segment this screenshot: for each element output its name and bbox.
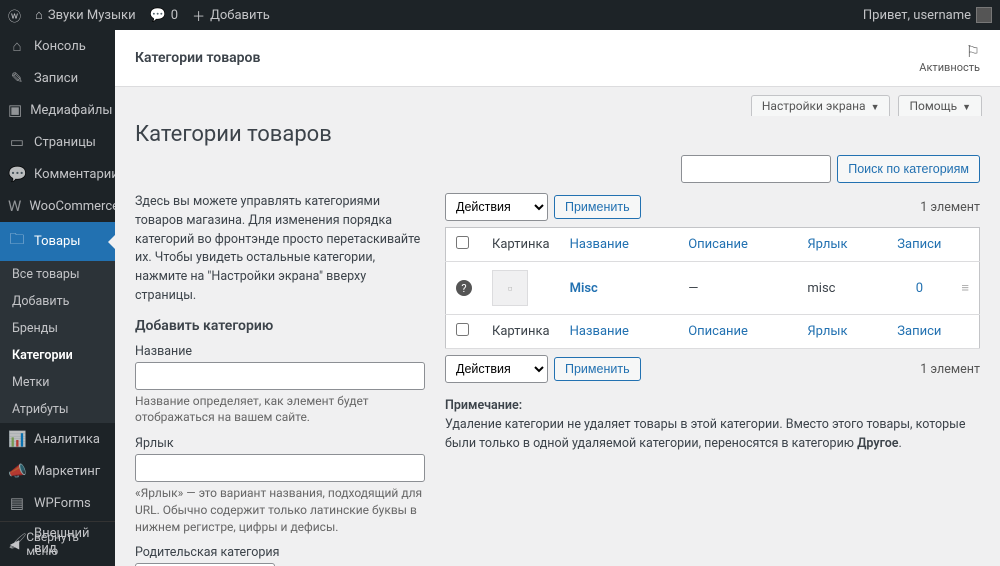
menu-icon: 📣 bbox=[8, 462, 26, 480]
submenu-item[interactable]: Все товары bbox=[0, 261, 115, 288]
col-name[interactable]: Название bbox=[560, 228, 679, 262]
flag-icon: ⚐ bbox=[919, 42, 980, 61]
bulk-action-select-bottom[interactable]: Действия bbox=[445, 355, 548, 383]
name-label: Название bbox=[135, 344, 425, 359]
slug-desc: «Ярлык» — это вариант названия, подходящ… bbox=[135, 485, 425, 535]
submenu-item[interactable]: Метки bbox=[0, 369, 115, 396]
apply-button-top[interactable]: Применить bbox=[554, 195, 641, 219]
row-slug: misc bbox=[797, 262, 887, 315]
menu-icon: ▭ bbox=[8, 133, 26, 151]
item-count-top: 1 элемент bbox=[920, 200, 980, 215]
page-title: Категории товаров bbox=[135, 122, 980, 147]
row-posts-link[interactable]: 0 bbox=[916, 281, 923, 296]
help-icon[interactable]: ? bbox=[456, 280, 472, 296]
bulk-action-select-top[interactable]: Действия bbox=[445, 193, 548, 221]
site-name[interactable]: ⌂ Звуки Музыки bbox=[35, 7, 136, 23]
sidebar-item-5[interactable]: WWooCommerce bbox=[0, 190, 115, 222]
parent-label: Родительская категория bbox=[135, 545, 425, 560]
col-slug[interactable]: Ярлык bbox=[797, 228, 887, 262]
sidebar-item-6[interactable]: 🗀Товары bbox=[0, 222, 115, 261]
comments-count[interactable]: 💬 0 bbox=[150, 8, 179, 23]
add-category-heading: Добавить категорию bbox=[135, 318, 425, 334]
sidebar-item-4[interactable]: 💬Комментарии bbox=[0, 158, 115, 190]
thumbnail-placeholder: ▫ bbox=[492, 270, 528, 306]
add-new[interactable]: ＋ Добавить bbox=[192, 6, 270, 25]
search-input[interactable] bbox=[681, 155, 831, 183]
col-posts[interactable]: Записи bbox=[887, 228, 951, 262]
col-thumb: Картинка bbox=[482, 228, 560, 262]
select-all-top[interactable] bbox=[456, 236, 469, 249]
menu-icon: ⌂ bbox=[8, 37, 26, 55]
submenu-item[interactable]: Категории bbox=[0, 342, 115, 369]
collapse-menu[interactable]: ◀ Свернуть меню bbox=[0, 521, 115, 566]
sidebar-item-1[interactable]: ✎Записи bbox=[0, 62, 115, 94]
menu-icon: ▤ bbox=[8, 494, 26, 512]
sidebar-item-9[interactable]: ▤WPForms bbox=[0, 487, 115, 519]
sidebar-item-7[interactable]: 📊Аналитика bbox=[0, 423, 115, 455]
table-row: ? ▫ Misc —misc 0 ≡ bbox=[446, 262, 980, 315]
menu-icon: ▣ bbox=[8, 101, 22, 119]
menu-icon: 🗀 bbox=[8, 229, 26, 254]
intro-text: Здесь вы можете управлять категориями то… bbox=[135, 193, 425, 306]
sidebar-item-2[interactable]: ▣Медиафайлы bbox=[0, 94, 115, 126]
drag-handle-icon[interactable]: ≡ bbox=[951, 262, 979, 315]
menu-icon: 💬 bbox=[8, 165, 26, 183]
menu-icon: W bbox=[8, 197, 21, 215]
name-input[interactable] bbox=[135, 362, 425, 390]
menu-icon: ✎ bbox=[8, 69, 26, 87]
apply-button-bottom[interactable]: Применить bbox=[554, 357, 641, 381]
search-button[interactable]: Поиск по категориям bbox=[837, 155, 980, 183]
slug-label: Ярлык bbox=[135, 436, 425, 451]
wp-logo[interactable]: ⓦ bbox=[8, 6, 21, 25]
help-tab[interactable]: Помощь ▼ bbox=[898, 95, 982, 116]
submenu-item[interactable]: Атрибуты bbox=[0, 396, 115, 423]
avatar bbox=[976, 7, 992, 23]
note: Примечание: Удаление категории не удаляе… bbox=[445, 397, 980, 453]
row-desc: — bbox=[678, 262, 797, 315]
col-desc[interactable]: Описание bbox=[678, 228, 797, 262]
submenu-item[interactable]: Добавить bbox=[0, 288, 115, 315]
sidebar-item-3[interactable]: ▭Страницы bbox=[0, 126, 115, 158]
greeting[interactable]: Привет, username bbox=[863, 7, 992, 23]
select-all-bottom[interactable] bbox=[456, 323, 469, 336]
submenu-item[interactable]: Бренды bbox=[0, 315, 115, 342]
name-desc: Название определяет, как элемент будет о… bbox=[135, 393, 425, 427]
sidebar-item-8[interactable]: 📣Маркетинг bbox=[0, 455, 115, 487]
activity-panel[interactable]: ⚐ Активность bbox=[919, 42, 980, 74]
item-count-bottom: 1 элемент bbox=[920, 362, 980, 377]
screen-options-tab[interactable]: Настройки экрана ▼ bbox=[751, 95, 891, 116]
menu-icon: 📊 bbox=[8, 430, 26, 448]
sidebar-item-0[interactable]: ⌂Консоль bbox=[0, 30, 115, 62]
slug-input[interactable] bbox=[135, 454, 425, 482]
header-title: Категории товаров bbox=[135, 50, 260, 66]
row-name-link[interactable]: Misc bbox=[570, 281, 598, 296]
